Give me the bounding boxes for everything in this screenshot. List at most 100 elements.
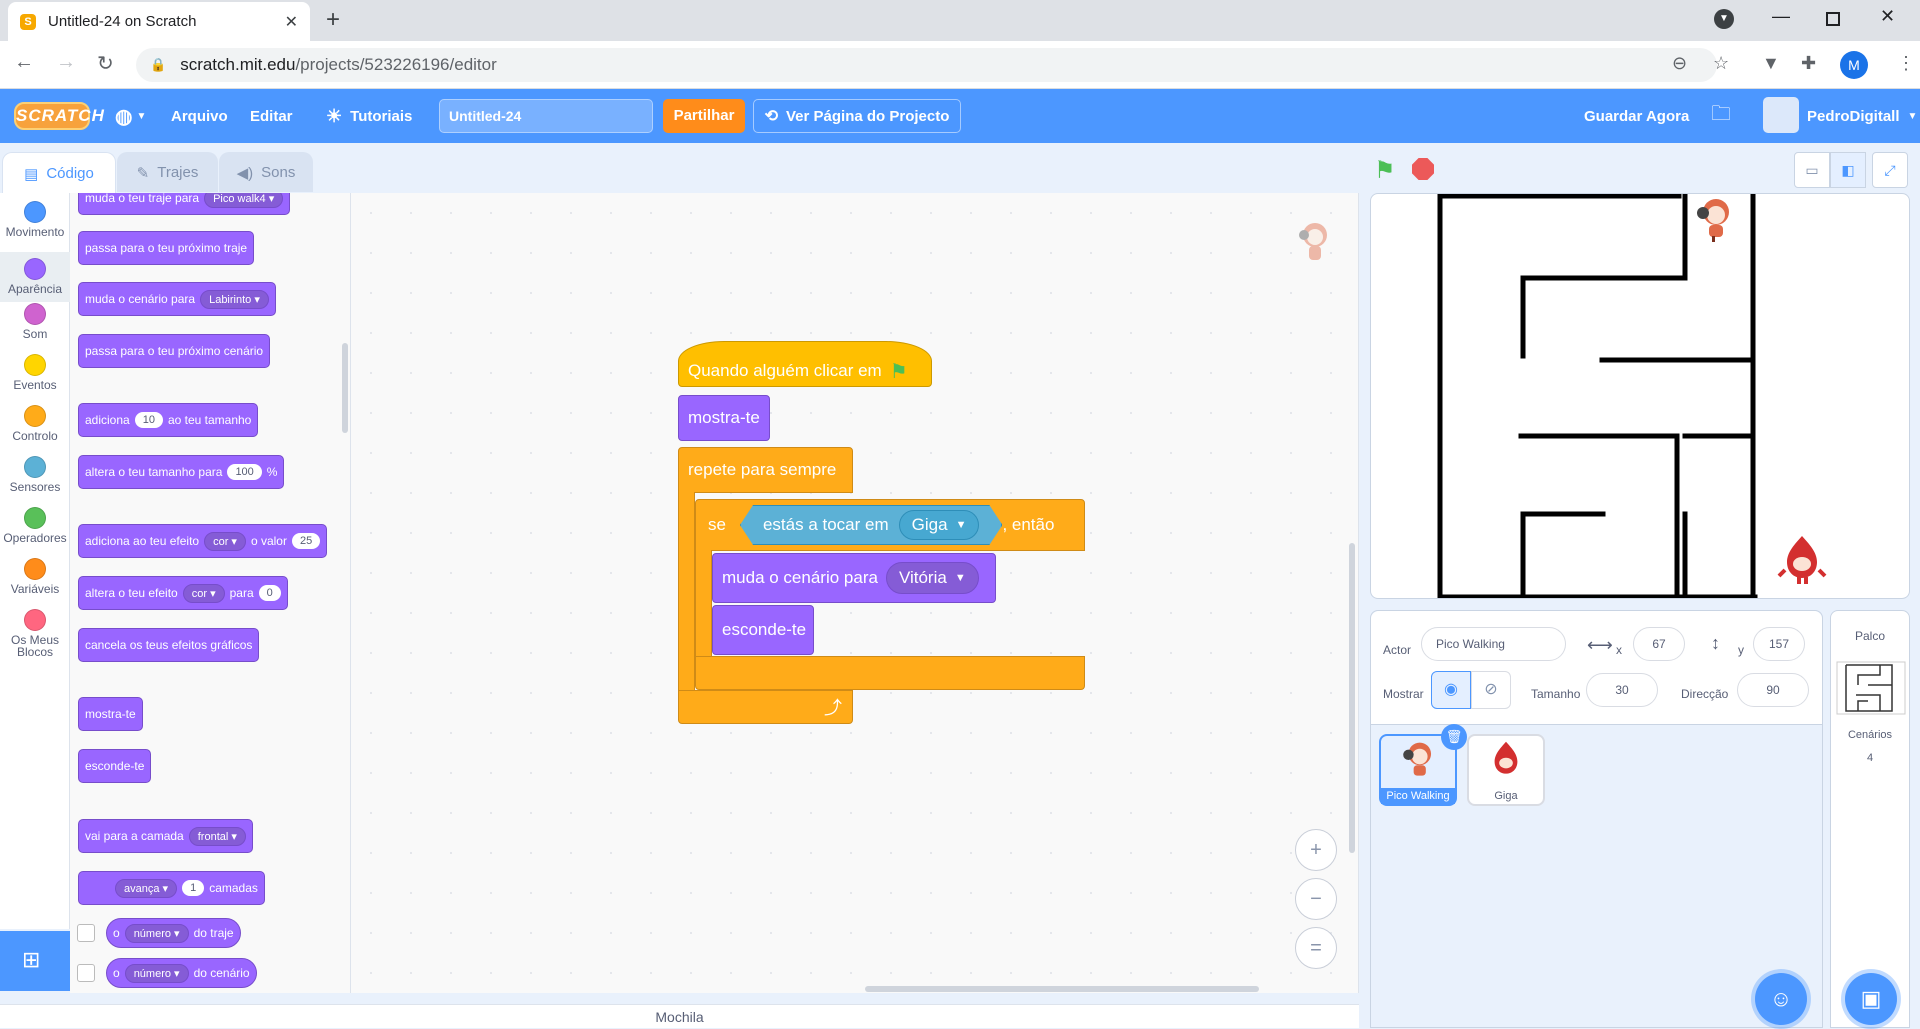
share-button[interactable]: Partilhar bbox=[663, 99, 745, 133]
effect-dropdown[interactable]: cor ▾ bbox=[182, 583, 225, 603]
zoom-magnifier-icon[interactable]: ⊖ bbox=[1672, 53, 1687, 74]
category-sensores[interactable]: Sensores bbox=[0, 456, 70, 493]
checkbox-costume-number[interactable] bbox=[77, 924, 95, 942]
restore-icon[interactable] bbox=[1826, 12, 1840, 26]
save-now-button[interactable]: Guardar Agora bbox=[1584, 89, 1689, 143]
extensions-puzzle-icon[interactable]: ✚ bbox=[1801, 53, 1816, 74]
palette-scrollbar[interactable] bbox=[342, 343, 348, 433]
browser-tab[interactable]: S Untitled-24 on Scratch ✕ bbox=[8, 2, 310, 41]
new-tab-button[interactable]: + bbox=[326, 6, 340, 34]
see-project-page-button[interactable]: ⟲ Ver Página do Projecto bbox=[753, 99, 961, 133]
language-menu[interactable]: ◍ ▼ bbox=[115, 89, 146, 143]
close-tab-icon[interactable]: ✕ bbox=[285, 12, 298, 32]
block-set-size[interactable]: altera o teu tamanho para 100 % bbox=[78, 455, 285, 489]
block-hide[interactable]: esconde-te bbox=[712, 605, 814, 655]
choose-sprite-button[interactable]: ☺ bbox=[1755, 973, 1807, 1025]
category-os-meus-blocos[interactable]: Os Meus Blocos bbox=[0, 609, 70, 658]
category-eventos[interactable]: Eventos bbox=[0, 354, 70, 391]
block-next-costume[interactable]: passa para o teu próximo traje bbox=[78, 231, 255, 265]
menu-tutorials[interactable]: ☀ Tutoriais bbox=[326, 89, 412, 143]
block-forever[interactable]: repete para sempre bbox=[678, 447, 853, 493]
size-change-input[interactable]: 10 bbox=[134, 412, 163, 428]
zoom-in-button[interactable]: + bbox=[1295, 829, 1337, 871]
sprite-name-input[interactable]: Pico Walking bbox=[1421, 627, 1566, 661]
tab-code[interactable]: ▤ Código bbox=[2, 152, 116, 194]
category-operadores[interactable]: Operadores bbox=[0, 507, 70, 544]
stage-backdrop-thumbnail[interactable] bbox=[1836, 661, 1906, 715]
choose-backdrop-button[interactable]: ▣ bbox=[1845, 973, 1897, 1025]
pico-sprite[interactable] bbox=[1694, 196, 1734, 242]
profile-avatar[interactable]: M bbox=[1840, 51, 1868, 79]
touching-dropdown[interactable]: Giga ▼ bbox=[898, 510, 980, 540]
layer-dropdown[interactable]: frontal ▾ bbox=[188, 826, 246, 846]
show-visible-button[interactable]: ◉ bbox=[1431, 671, 1471, 709]
bookmark-star-icon[interactable]: ☆ bbox=[1713, 53, 1729, 74]
backdrop-dropdown[interactable]: Vitória ▼ bbox=[885, 562, 979, 594]
block-change-effect[interactable]: adiciona ao teu efeito cor ▾ o valor 25 bbox=[78, 524, 328, 558]
block-show[interactable]: mostra-te bbox=[678, 395, 770, 441]
browser-menu-icon[interactable]: ⋮ bbox=[1897, 53, 1915, 74]
stage-selector[interactable]: Palco Cenários 4 ▣ bbox=[1830, 610, 1910, 1028]
direction-input[interactable]: 90 bbox=[1737, 673, 1809, 707]
sprite-thumb-pico[interactable]: Pico Walking 🗑 bbox=[1379, 724, 1467, 806]
minimize-icon[interactable]: — bbox=[1772, 6, 1790, 27]
workspace-horizontal-scrollbar[interactable] bbox=[865, 986, 1259, 992]
sprite-thumb-giga[interactable]: Giga bbox=[1467, 734, 1545, 806]
y-input[interactable]: 157 bbox=[1753, 627, 1805, 661]
tab-sounds[interactable]: ◀) Sons bbox=[219, 152, 313, 192]
scratch-logo[interactable]: SCRATCH bbox=[14, 102, 104, 130]
direction-dropdown[interactable]: avança ▾ bbox=[115, 878, 178, 898]
stage-canvas[interactable] bbox=[1370, 193, 1910, 599]
reload-icon[interactable]: ↻ bbox=[97, 51, 114, 76]
block-set-effect[interactable]: altera o teu efeito cor ▾ para 0 bbox=[78, 576, 288, 610]
zoom-out-button[interactable]: − bbox=[1295, 878, 1337, 920]
show-hidden-button[interactable]: ⊘ bbox=[1471, 671, 1511, 709]
block-hide[interactable]: esconde-te bbox=[78, 749, 152, 783]
effect-change-input[interactable]: 25 bbox=[291, 533, 321, 549]
block-switch-backdrop[interactable]: muda o cenário para Vitória ▼ bbox=[712, 553, 996, 603]
block-when-flag-clicked[interactable]: Quando alguém clicar em ⚑ bbox=[678, 341, 932, 387]
forward-arrow-icon[interactable]: → bbox=[56, 51, 76, 74]
layers-input[interactable]: 1 bbox=[182, 880, 205, 896]
block-clear-effects[interactable]: cancela os teus efeitos gráficos bbox=[78, 628, 260, 662]
effect-value-input[interactable]: 0 bbox=[258, 585, 281, 601]
omnibox[interactable]: 🔒 scratch.mit.edu/projects/523226196/edi… bbox=[136, 48, 1717, 82]
backdrop-dropdown[interactable]: Labirinto ▾ bbox=[200, 289, 269, 309]
green-flag-icon[interactable]: ⚑ bbox=[1374, 156, 1396, 185]
user-avatar[interactable] bbox=[1763, 97, 1799, 133]
small-stage-button[interactable]: ▭ bbox=[1794, 152, 1830, 188]
category-variáveis[interactable]: Variáveis bbox=[0, 558, 70, 595]
category-som[interactable]: Som bbox=[0, 303, 70, 340]
block-go-to-layer[interactable]: vai para a camada frontal ▾ bbox=[78, 819, 253, 853]
account-menu[interactable]: PedroDigitall ▼ bbox=[1807, 89, 1917, 143]
category-controlo[interactable]: Controlo bbox=[0, 405, 70, 442]
stop-icon[interactable] bbox=[1412, 158, 1434, 180]
add-extension-button[interactable]: ⊞ bbox=[0, 931, 70, 991]
effect-dropdown[interactable]: cor ▾ bbox=[204, 531, 246, 551]
block-if[interactable]: se estás a tocar em Giga ▼ , então bbox=[695, 499, 1085, 551]
workspace-vertical-scrollbar[interactable] bbox=[1349, 543, 1355, 853]
block-switch-costume[interactable]: muda o teu traje para Pico walk4 ▾ bbox=[78, 193, 291, 215]
normal-stage-button[interactable]: ◧ bbox=[1830, 152, 1866, 188]
close-window-icon[interactable]: ✕ bbox=[1880, 6, 1895, 27]
menu-file[interactable]: Arquivo bbox=[171, 89, 228, 143]
reporter-backdrop-number[interactable]: o número ▾ do cenário bbox=[106, 958, 257, 988]
tab-costumes[interactable]: ✎ Trajes bbox=[117, 152, 218, 192]
x-input[interactable]: 67 bbox=[1633, 627, 1685, 661]
zoom-reset-button[interactable]: = bbox=[1295, 927, 1337, 969]
category-aparência[interactable]: Aparência bbox=[0, 252, 70, 302]
my-stuff-folder-icon[interactable]: 🗀 bbox=[1711, 89, 1731, 143]
extension-funnel-icon[interactable]: ▼ bbox=[1762, 53, 1780, 74]
giga-sprite[interactable] bbox=[1777, 534, 1827, 586]
costume-dropdown[interactable]: Pico walk4 ▾ bbox=[204, 193, 284, 208]
fullscreen-button[interactable]: ⤢ bbox=[1872, 152, 1908, 188]
size-input[interactable]: 30 bbox=[1586, 673, 1658, 707]
block-next-backdrop[interactable]: passa para o teu próximo cenário bbox=[78, 334, 271, 368]
block-show[interactable]: mostra-te bbox=[78, 697, 143, 731]
project-title-input[interactable]: Untitled-24 bbox=[439, 99, 653, 133]
size-input[interactable]: 100 bbox=[227, 464, 262, 480]
costume-number-dropdown[interactable]: número ▾ bbox=[124, 923, 189, 943]
backpack-bar[interactable]: Mochila bbox=[0, 1004, 1359, 1028]
backdrop-number-dropdown[interactable]: número ▾ bbox=[124, 963, 189, 983]
back-arrow-icon[interactable]: ← bbox=[14, 51, 34, 74]
